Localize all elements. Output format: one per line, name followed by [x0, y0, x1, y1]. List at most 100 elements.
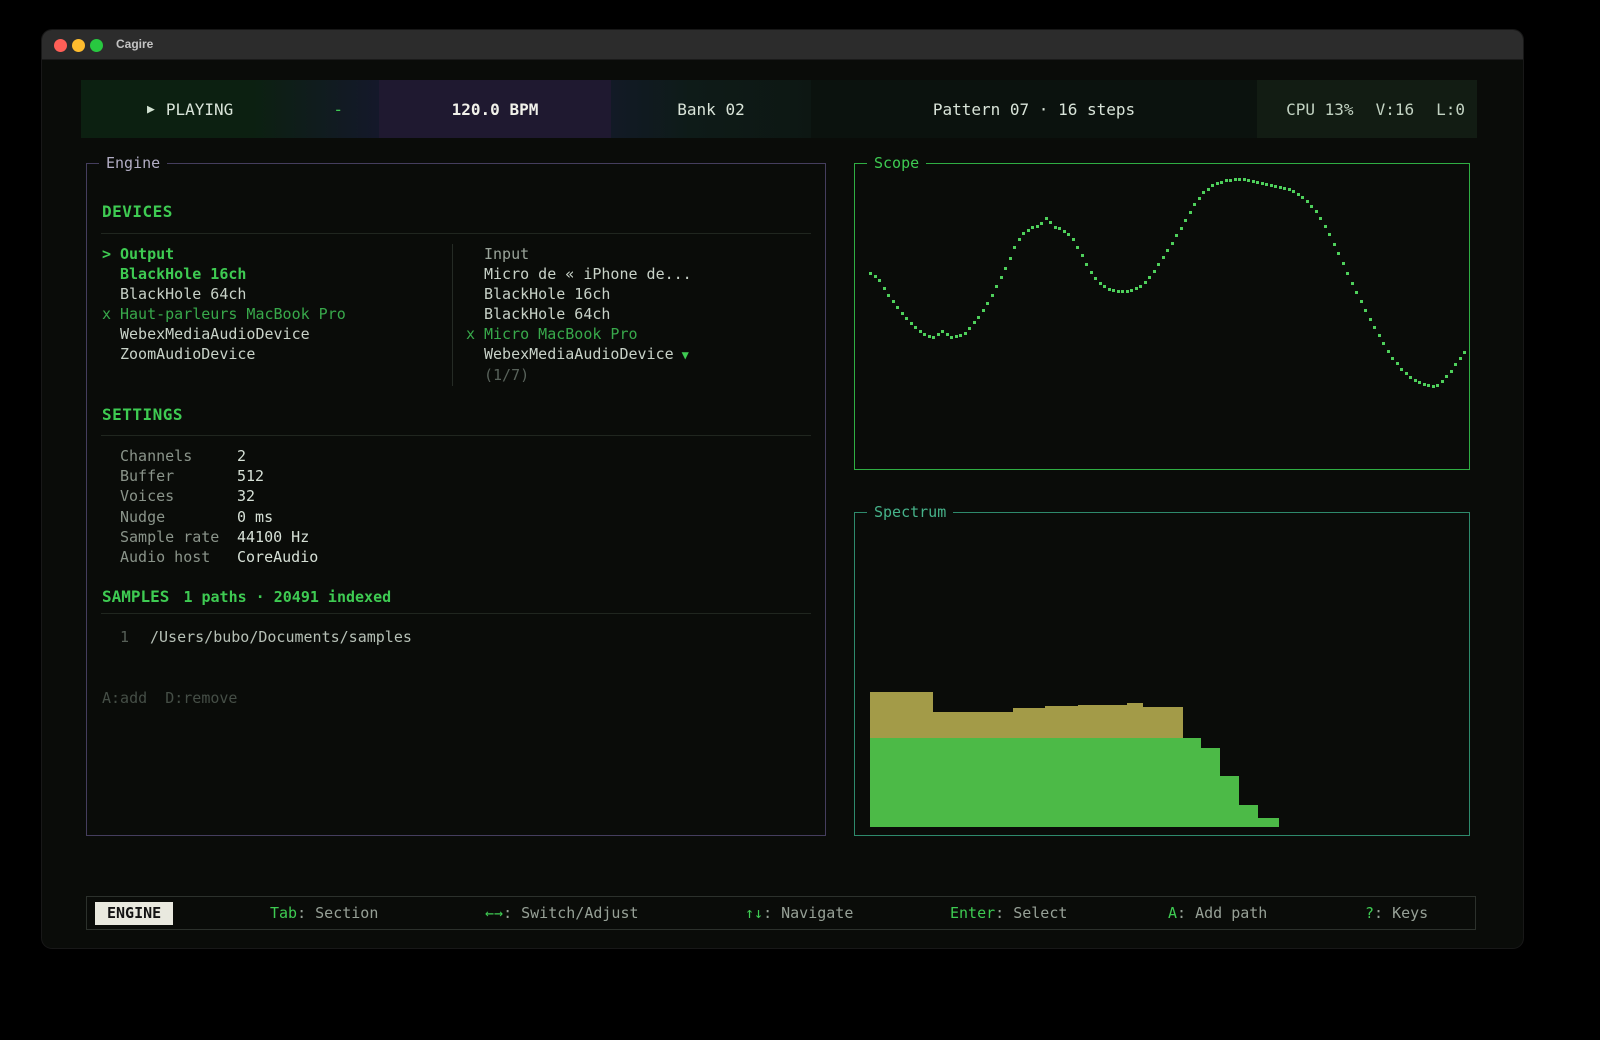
divider [101, 233, 811, 234]
scope-dot [1031, 226, 1034, 229]
input-device-item[interactable]: BlackHole 16ch [466, 284, 692, 304]
mode-badge[interactable]: ENGINE [95, 902, 173, 925]
sample-path-row[interactable]: 1/Users/bubo/Documents/samples [120, 628, 412, 646]
setting-row[interactable]: Sample rate44100 Hz [120, 527, 318, 547]
setting-row[interactable]: Channels2 [120, 446, 318, 466]
scope-waveform [855, 164, 1469, 469]
output-device-item[interactable]: BlackHole 64ch [102, 284, 346, 304]
setting-row[interactable]: Audio hostCoreAudio [120, 547, 318, 567]
spectrum-average-segment [870, 692, 934, 738]
scope-dot [914, 326, 917, 329]
scope-dot [1058, 227, 1061, 230]
transport-dash: - [333, 100, 343, 119]
scope-dot [1220, 181, 1223, 184]
scope-dot [1072, 238, 1075, 241]
device-list-pager: (1/7) [466, 365, 692, 385]
sample-path-index: 1 [120, 628, 150, 646]
transport-label: PLAYING [166, 100, 233, 119]
maximize-button[interactable] [90, 39, 103, 52]
output-device-item[interactable]: BlackHole 16ch [102, 264, 346, 284]
scope-dot [1337, 252, 1340, 255]
output-device-item[interactable]: xHaut-parleurs MacBook Pro [102, 304, 346, 324]
scope-dot [991, 294, 994, 297]
scope-dot [869, 272, 872, 275]
scope-dot [1027, 229, 1030, 232]
scope-dot [1252, 180, 1255, 183]
transport-section[interactable]: ▶ PLAYING - [81, 80, 379, 138]
input-device-list: Input Micro de « iPhone de... BlackHole … [466, 244, 692, 385]
close-button[interactable] [54, 39, 67, 52]
bpm-section[interactable]: 120.0 BPM [379, 80, 611, 138]
settings-heading: SETTINGS [102, 405, 183, 424]
scope-dot [1301, 196, 1304, 199]
scope-dot [910, 322, 913, 325]
window-titlebar[interactable]: Cagire [42, 30, 1523, 60]
bank-section[interactable]: Bank 02 [611, 80, 811, 138]
scope-dot [955, 335, 958, 338]
scope-dot [1378, 334, 1381, 337]
scope-dot [883, 287, 886, 290]
scope-dot [1418, 381, 1421, 384]
cpu-stat: CPU 13% [1286, 100, 1353, 119]
scope-dot [1139, 285, 1142, 288]
scope-dot [874, 275, 877, 278]
spectrum-average-segment [1013, 708, 1045, 738]
input-device-item[interactable]: Micro de « iPhone de... [466, 264, 692, 284]
divider [101, 435, 811, 436]
scope-dot [1202, 191, 1205, 194]
scope-dot [1117, 290, 1120, 293]
scope-dot [1094, 277, 1097, 280]
scope-dot [1319, 217, 1322, 220]
scope-dot [1373, 326, 1376, 329]
minimize-button[interactable] [72, 39, 85, 52]
pattern-section[interactable]: Pattern 07 · 16 steps [811, 80, 1257, 138]
window-title: Cagire [116, 37, 153, 51]
scope-dot [1405, 372, 1408, 375]
help-item: ←→: Switch/Adjust [485, 897, 639, 929]
scope-dot [1238, 178, 1241, 181]
setting-row[interactable]: Nudge0 ms [120, 507, 318, 527]
scope-dot [1328, 233, 1331, 236]
bank-value: Bank 02 [677, 100, 744, 119]
scope-dot [1436, 384, 1439, 387]
input-device-item[interactable]: xMicro MacBook Pro [466, 324, 692, 344]
scope-dot [896, 306, 899, 309]
scope-dot [1387, 350, 1390, 353]
scope-dot [878, 279, 881, 282]
input-device-item[interactable]: BlackHole 64ch [466, 304, 692, 324]
scope-dot [1090, 271, 1093, 274]
help-item: Tab: Section [270, 897, 378, 929]
scope-dot [1355, 291, 1358, 294]
scope-dot [1351, 282, 1354, 285]
scope-dot [1018, 238, 1021, 241]
scope-dot [1049, 221, 1052, 224]
scope-dot [1198, 197, 1201, 200]
scroll-down-icon: ▼ [682, 348, 689, 362]
input-list-header[interactable]: Input [466, 244, 692, 264]
scope-dot [1126, 290, 1129, 293]
scope-dot [1229, 179, 1232, 182]
scope-dot [1207, 188, 1210, 191]
output-device-item[interactable]: ZoomAudioDevice [102, 344, 346, 364]
scope-dot [1445, 375, 1448, 378]
scope-dot [1153, 270, 1156, 273]
setting-row[interactable]: Voices32 [120, 486, 318, 506]
scope-dot [1162, 256, 1165, 259]
scope-dot [905, 317, 908, 320]
scope-dot [1243, 178, 1246, 181]
scope-dot [1360, 300, 1363, 303]
cursor-icon: > [102, 244, 120, 264]
app-window: Cagire ▶ PLAYING - 120.0 BPM Bank 02 Pat… [42, 30, 1523, 948]
scope-dot [959, 334, 962, 337]
divider [101, 613, 811, 614]
column-divider [452, 244, 453, 386]
settings-table: Channels2 Buffer512 Voices32 Nudge0 ms S… [120, 446, 318, 567]
scope-dot [977, 316, 980, 319]
scope-dot [1148, 276, 1151, 279]
scope-dot [1450, 370, 1453, 373]
output-list-header[interactable]: >Output [102, 244, 346, 264]
scope-dot [1459, 357, 1462, 360]
output-device-item[interactable]: WebexMediaAudioDevice [102, 324, 346, 344]
input-device-item[interactable]: WebexMediaAudioDevice▼ [466, 344, 692, 365]
setting-row[interactable]: Buffer512 [120, 466, 318, 486]
